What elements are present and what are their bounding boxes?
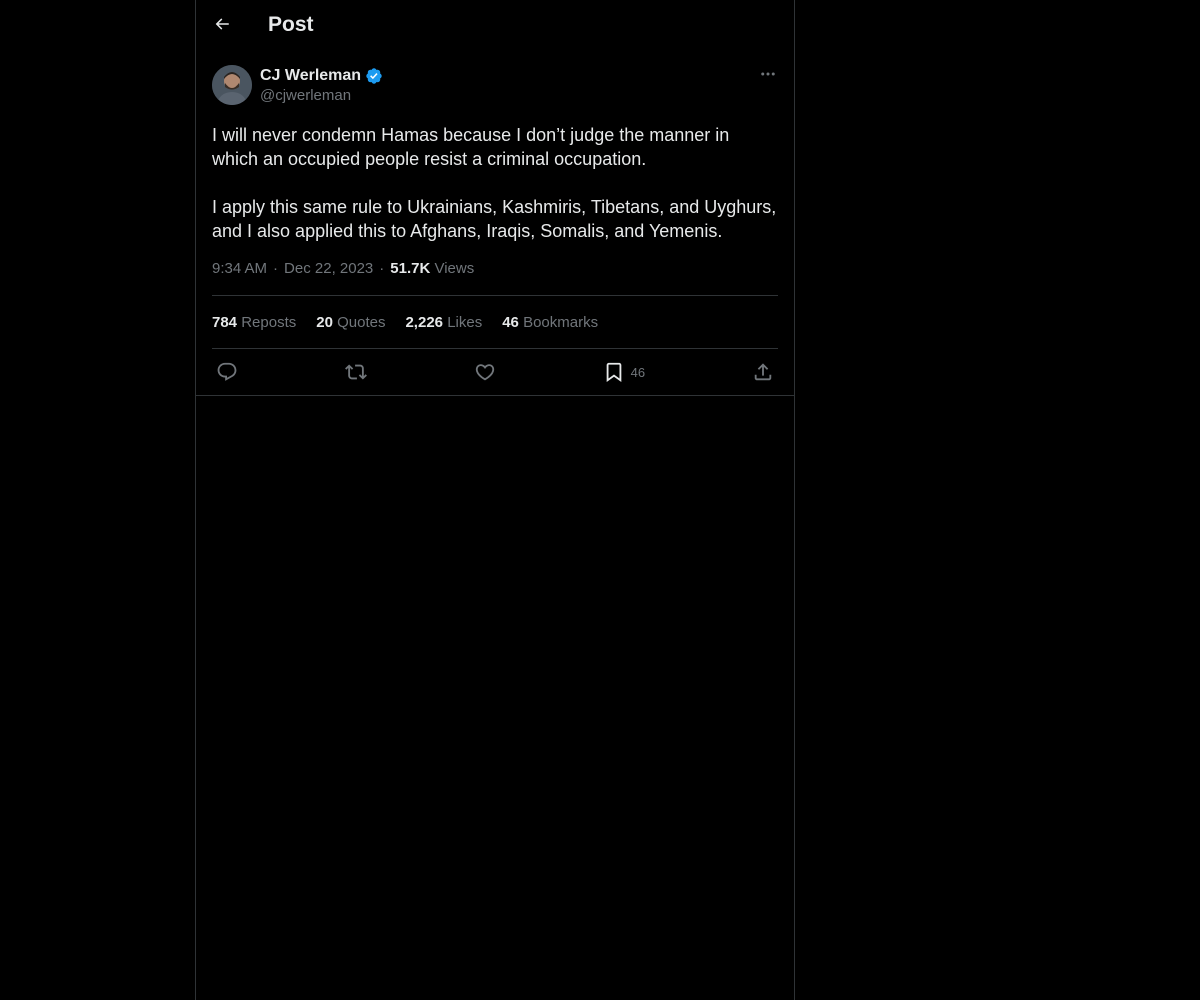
author-row: CJ Werleman @cjwerleman [212,65,778,115]
main-column: Post CJ Werleman @cjwerleman I will neve… [195,0,795,1000]
post-date[interactable]: Dec 22, 2023 [284,260,373,277]
repost-icon [344,361,367,383]
stat-likes[interactable]: 2,226 Likes [405,314,482,331]
stat-reposts[interactable]: 784 Reposts [212,314,296,331]
stats-row: 784 Reposts 20 Quotes 2,226 Likes 46 Boo… [212,296,778,349]
stat-quotes[interactable]: 20 Quotes [316,314,385,331]
bookmark-icon [603,361,625,383]
stat-label: Bookmarks [523,313,599,331]
repost-button[interactable] [344,361,367,383]
views-label: Views [434,260,475,277]
bookmark-count: 46 [630,364,646,380]
bookmark-button[interactable]: 46 [603,361,645,383]
page-title: Post [268,13,314,36]
meta-separator: · [379,260,385,277]
reply-icon [216,361,238,383]
stat-count: 2,226 [405,313,444,331]
heart-icon [474,361,496,383]
author-handle[interactable]: @cjwerleman [260,87,383,104]
meta-separator: · [273,260,279,277]
actions-row: 46 [196,349,794,396]
back-button[interactable] [212,12,232,40]
more-dots-icon [759,65,777,88]
stat-bookmarks[interactable]: 46 Bookmarks [502,314,598,331]
stat-count: 46 [502,313,519,331]
verified-badge-icon [365,67,383,85]
stat-label: Likes [447,313,483,331]
arrow-left-icon [213,15,231,38]
post-meta: 9:34 AM · Dec 22, 2023 · 51.7K Views [212,259,778,296]
more-options-button[interactable] [758,65,778,87]
header: Post [196,0,794,53]
share-icon [752,361,774,383]
name-line: CJ Werleman [260,65,383,87]
avatar[interactable] [212,65,252,105]
stat-count: 20 [316,313,333,331]
stat-count: 784 [212,313,238,331]
reply-button[interactable] [216,361,238,383]
post: CJ Werleman @cjwerleman I will never con… [196,65,794,396]
post-time[interactable]: 9:34 AM [212,260,267,277]
author-meta: CJ Werleman @cjwerleman [260,65,383,115]
share-button[interactable] [752,361,774,383]
author-name[interactable]: CJ Werleman [260,67,361,85]
stat-label: Reposts [241,313,297,331]
stat-label: Quotes [337,313,386,331]
views-count: 51.7K [390,260,431,277]
post-text: I will never condemn Hamas because I don… [212,125,777,241]
like-button[interactable] [474,361,496,383]
